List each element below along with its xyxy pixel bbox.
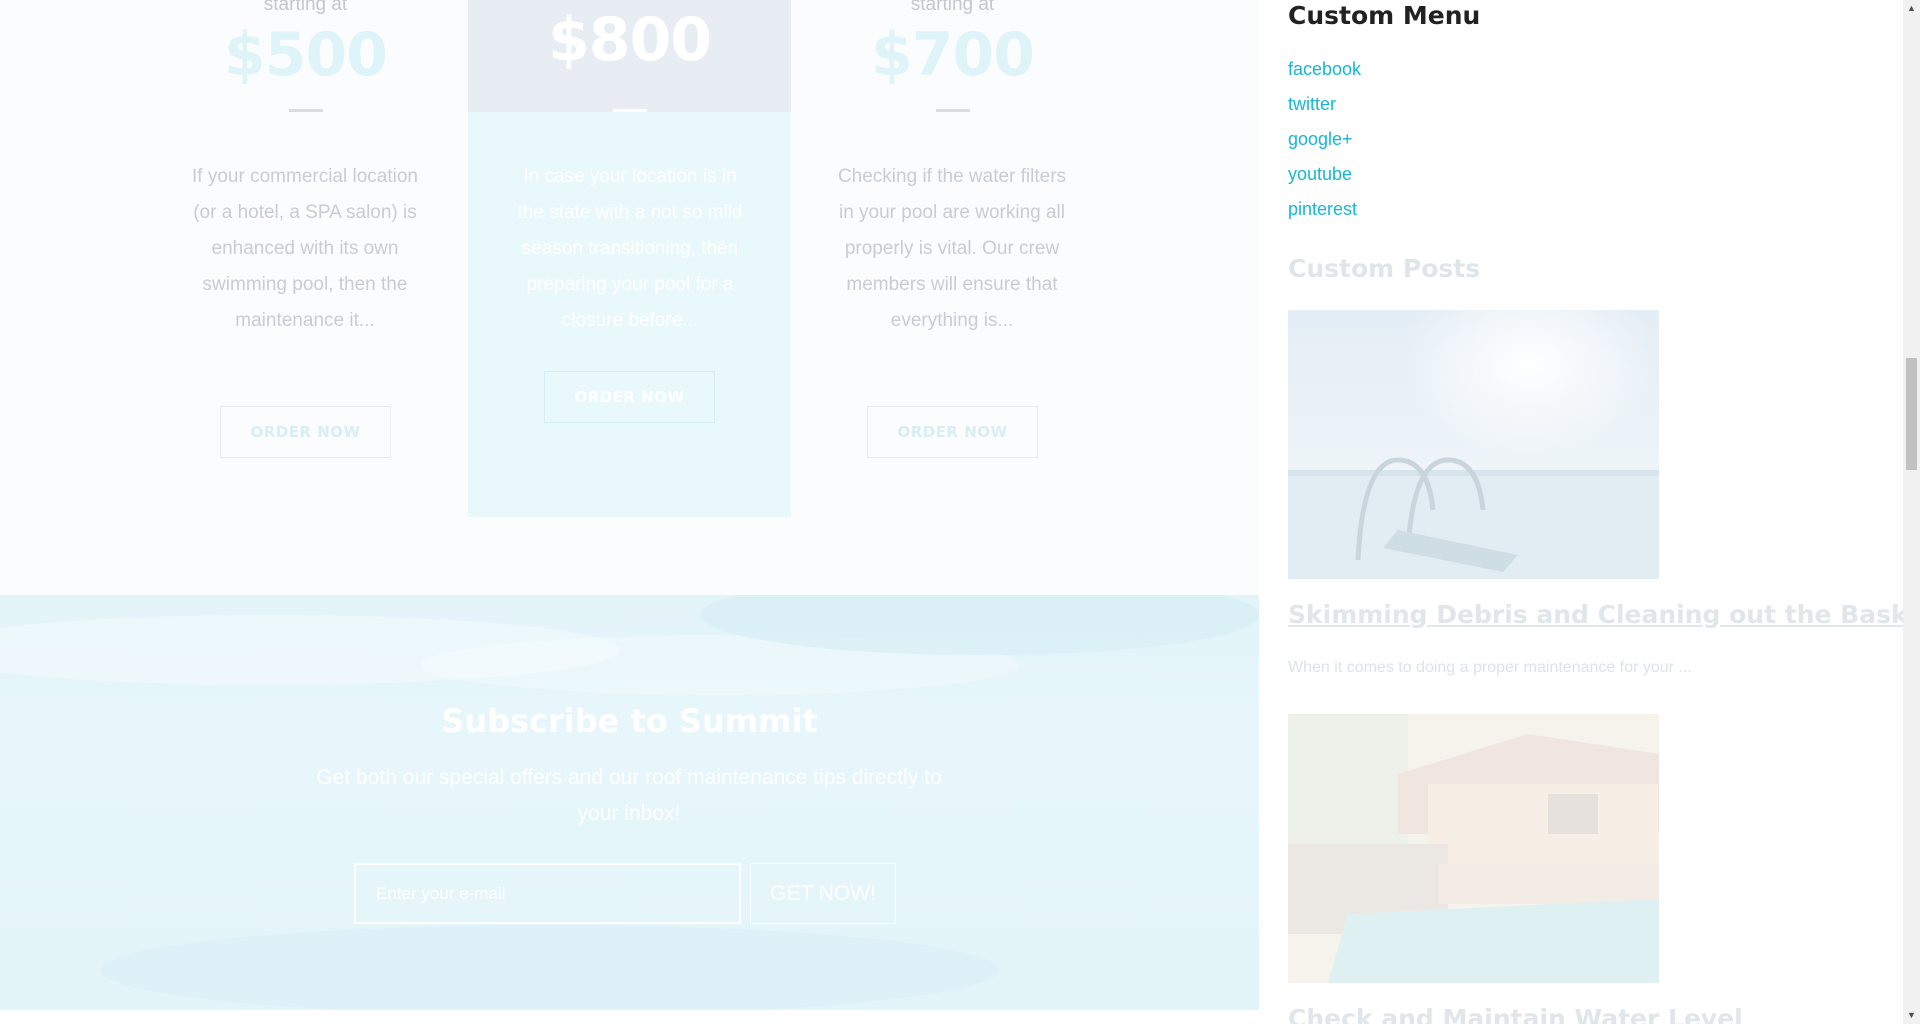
subscribe-title: Subscribe to Summit [441,702,818,740]
subscribe-section: Subscribe to Summit Get both our special… [0,595,1259,1010]
plan-starting-label: starting at [263,0,348,15]
plan-price: $700 [871,20,1035,90]
main-content: starting at $500 If your commercial loca… [0,0,1259,1024]
up-arrow-icon[interactable]: ▲ [1903,0,1920,17]
sidebar: Custom Menu facebook twitter google+ you… [1288,0,1920,1024]
menu-link-facebook[interactable]: facebook [1288,59,1361,79]
menu-item-pinterest: pinterest [1288,196,1361,231]
plan-price: $800 [548,5,712,75]
email-input[interactable] [354,863,741,924]
plan-description: If your commercial location (or a hotel,… [192,166,418,331]
get-now-button[interactable]: GET NOW! [750,863,896,924]
plan-divider [613,109,647,112]
post-thumbnail-pool-ladder[interactable] [1288,310,1659,579]
post-title-link[interactable]: Skimming Debris and Cleaning out the Bas… [1288,600,1920,629]
menu-item-twitter: twitter [1288,91,1361,126]
post-title-link[interactable]: Check and Maintain Water Level [1288,1004,1743,1024]
order-now-button[interactable]: ORDER NOW [544,371,715,423]
house-pool-image [1288,714,1659,983]
menu-item-youtube: youtube [1288,161,1361,196]
custom-menu-list: facebook twitter google+ youtube pintere… [1288,56,1361,231]
plan-starting-label: starting at [910,0,995,15]
subscribe-description: Get both our special offers and our roof… [316,766,942,825]
menu-link-pinterest[interactable]: pinterest [1288,199,1357,219]
plan-divider [936,109,970,112]
plan-divider [289,109,323,112]
menu-item-facebook: facebook [1288,56,1361,91]
menu-link-twitter[interactable]: twitter [1288,94,1336,114]
post-thumbnail-house-pool[interactable] [1288,714,1659,983]
down-arrow-icon[interactable]: ▼ [1903,1007,1920,1024]
plan-description: Checking if the water filters in your po… [837,166,1067,331]
menu-link-youtube[interactable]: youtube [1288,164,1352,184]
scrollbar-thumb[interactable] [1906,358,1917,470]
pool-ladder-image [1288,310,1659,579]
pricing-plan-featured: $800 In case your location is in the sta… [468,0,791,517]
custom-menu-title: Custom Menu [1288,1,1481,30]
post-excerpt: When it comes to doing a proper maintena… [1288,659,1692,676]
pricing-section: starting at $500 If your commercial loca… [0,0,1259,595]
plan-description: In case your location is in the state wi… [517,166,743,331]
water-ripple-decoration [100,925,1000,1010]
order-now-button[interactable]: ORDER NOW [867,406,1038,458]
plan-price: $500 [224,20,388,90]
menu-link-google-plus[interactable]: google+ [1288,129,1353,149]
vertical-scrollbar[interactable]: ▲ ▼ [1903,0,1920,1024]
menu-item-google-plus: google+ [1288,126,1361,161]
order-now-button[interactable]: ORDER NOW [220,406,391,458]
custom-posts-title: Custom Posts [1288,254,1481,283]
